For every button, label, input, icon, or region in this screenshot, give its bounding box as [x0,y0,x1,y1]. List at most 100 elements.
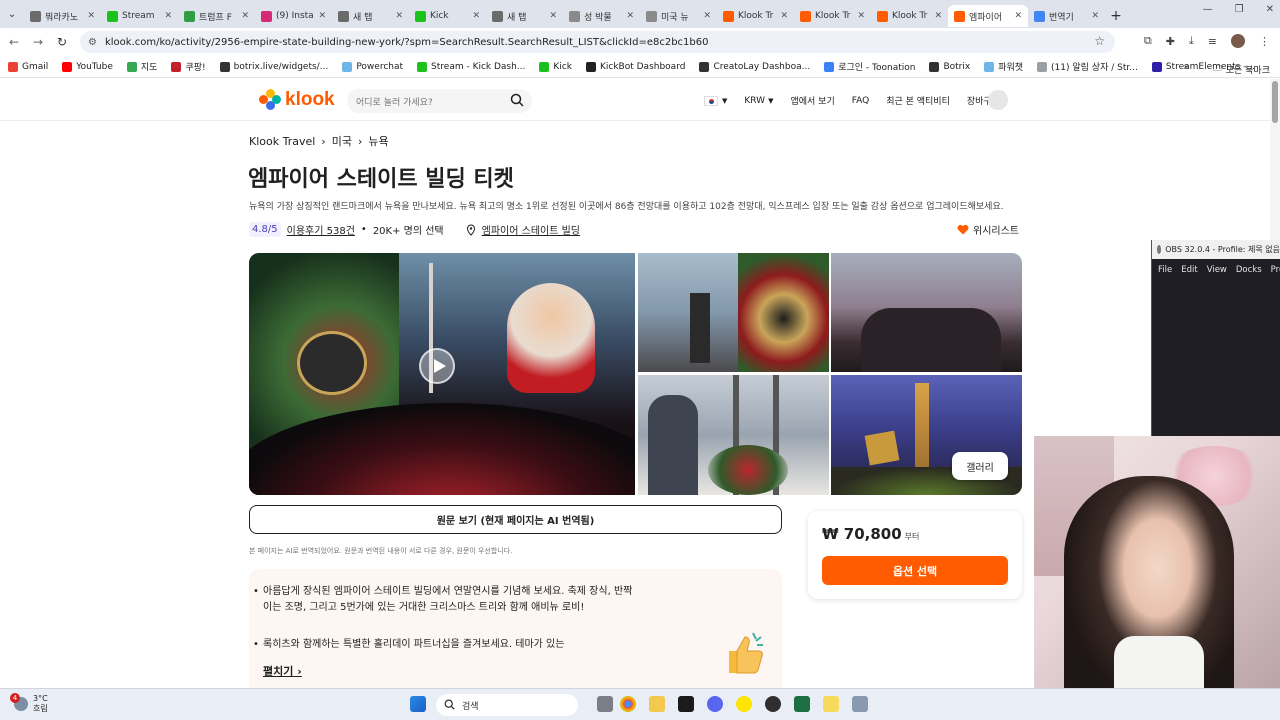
obs-menu-item[interactable]: File [1158,265,1172,275]
bookmark-item[interactable]: Kick [539,60,572,73]
photo-observatory[interactable] [638,375,829,495]
forward-button[interactable]: → [26,35,50,49]
close-tab-icon[interactable]: ✕ [164,11,172,21]
more-bookmarks-icon[interactable]: » [1183,60,1190,73]
breadcrumb-item[interactable]: 미국 [332,133,352,149]
maximize-button[interactable]: ❐ [1235,4,1244,15]
obs-menu-item[interactable]: Docks [1236,265,1262,275]
close-tab-icon[interactable]: ✕ [626,11,634,21]
back-button[interactable]: ← [2,35,26,49]
all-bookmarks[interactable]: 🗀 모든 북마크 [1213,61,1270,77]
bookmark-item[interactable]: 로그인 - Toonation [824,60,915,73]
language-select[interactable]: ▼ [704,95,727,106]
browser-tab[interactable]: (9) Insta ✕ [255,5,332,27]
close-tab-icon[interactable]: ✕ [703,11,711,21]
profile-avatar[interactable] [1231,34,1245,48]
browser-tab[interactable]: Klook Tr ✕ [717,5,794,27]
close-tab-icon[interactable]: ✕ [857,11,865,21]
app-link[interactable]: 앱에서 보기 [790,94,834,107]
photo-binoculars[interactable] [638,253,829,372]
bookmark-item[interactable]: YouTube [62,60,113,73]
breadcrumb-item[interactable]: 뉴욕 [368,133,388,149]
browser-tab[interactable]: Kick ✕ [409,5,486,27]
bookmark-item[interactable]: Stream - Kick Dash... [417,60,525,73]
discord-icon[interactable] [707,696,723,712]
bookmark-star-icon[interactable]: ☆ [1094,34,1105,48]
select-options-button[interactable]: 옵션 선택 [822,556,1008,585]
wishlist-button[interactable]: 위시리스트 [957,222,1019,237]
weather-widget[interactable]: 4 3°C 흐림 [10,693,48,714]
obs-icon[interactable] [765,696,781,712]
browser-tab[interactable]: Klook Tr ✕ [871,5,948,27]
excel-icon[interactable] [794,696,810,712]
bookmark-item[interactable]: (11) 알림 상자 / Str... [1037,60,1138,73]
close-tab-icon[interactable]: ✕ [780,11,788,21]
close-tab-icon[interactable]: ✕ [241,11,249,21]
bookmark-item[interactable]: KickBot Dashboard [585,60,685,73]
kakaotalk-icon[interactable] [736,696,752,712]
media-icon[interactable]: ≡ [1208,35,1217,48]
browser-tab[interactable]: 새 탭 ✕ [486,5,563,27]
scrollbar-thumb[interactable] [1272,81,1278,123]
bookmark-item[interactable]: Powerchat [342,60,403,73]
obs-menu-item[interactable]: Edit [1181,265,1197,275]
translate-icon[interactable]: ⧉ [1144,34,1152,48]
currency-select[interactable]: KRW ▼ [744,96,773,106]
calculator-icon[interactable] [852,696,868,712]
view-original-button[interactable]: 원문 보기 (현재 페이지는 AI 번역됨) [249,505,782,534]
browser-tab[interactable]: 뭐라카노 ✕ [24,5,101,27]
browser-tab[interactable]: Stream ✕ [101,5,178,27]
close-tab-icon[interactable]: ✕ [318,11,326,21]
bookmark-item[interactable]: Botrix [929,60,970,73]
gallery-button[interactable]: 갤러리 [952,452,1008,480]
windows-start-icon[interactable] [410,696,426,712]
new-tab-button[interactable]: + [1105,8,1127,24]
minimize-button[interactable]: — [1203,4,1213,15]
close-tab-icon[interactable]: ✕ [1091,11,1099,21]
close-tab-icon[interactable]: ✕ [472,11,480,21]
site-info-icon[interactable]: ⚙ [88,37,97,48]
site-search-input[interactable]: 어디로 놀러 가세요? [347,89,532,113]
photo-gallery[interactable] [249,253,1022,495]
close-tab-icon[interactable]: ✕ [395,11,403,21]
bookmark-item[interactable]: 파워챗 [984,60,1023,73]
close-tab-icon[interactable]: ✕ [549,11,557,21]
expand-link[interactable]: 펼치기 › [263,663,302,679]
task-view-icon[interactable] [597,696,613,712]
browser-tab[interactable]: Klook Tr ✕ [794,5,871,27]
extensions-icon[interactable]: ✚ [1166,35,1175,48]
play-video-icon[interactable] [419,348,455,384]
bookmark-item[interactable]: 쿠팡! [171,60,206,73]
file-explorer-icon[interactable] [649,696,665,712]
browser-tab[interactable]: 엠파이어 ✕ [948,5,1028,27]
tab-search-button[interactable]: ⌄ [0,0,24,28]
close-window-button[interactable]: ✕ [1266,4,1274,15]
browser-tab[interactable]: 성 박물 ✕ [563,5,640,27]
search-icon[interactable] [510,93,524,107]
sticky-notes-icon[interactable] [823,696,839,712]
obs-menu-item[interactable]: View [1207,265,1227,275]
photo-visitors[interactable] [831,253,1022,372]
obs-menu-item[interactable]: Pro [1271,265,1280,275]
close-tab-icon[interactable]: ✕ [1014,11,1022,21]
obs-titlebar[interactable]: OBS 32.0.4 - Profile: 제목 없음 [1152,240,1280,259]
taskbar-search[interactable]: 검색 [436,694,578,716]
bookmark-item[interactable]: botrix.live/widgets/... [219,60,328,73]
location-link[interactable]: 엠파이어 스테이트 빌딩 [482,222,580,237]
address-bar[interactable]: ⚙ klook.com/ko/activity/2956-empire-stat… [80,31,1115,53]
browser-tab[interactable]: 미국 뉴 ✕ [640,5,717,27]
breadcrumb-item[interactable]: Klook Travel [249,135,315,148]
close-tab-icon[interactable]: ✕ [934,11,942,21]
browser-tab[interactable]: 새 탭 ✕ [332,5,409,27]
download-icon[interactable]: ⤓ [1189,34,1194,48]
chrome-icon[interactable] [620,696,636,712]
user-avatar[interactable] [988,90,1008,110]
klook-logo[interactable]: klook [259,89,335,111]
browser-tab[interactable]: 트럼프 F ✕ [178,5,255,27]
reviews-link[interactable]: 이용후기 538건 [287,222,355,237]
recent-link[interactable]: 최근 본 액티비티 [886,94,950,107]
menu-kebab-icon[interactable]: ⋮ [1259,35,1270,48]
obs-window[interactable]: OBS 32.0.4 - Profile: 제목 없음 File Edit View… [1151,240,1280,436]
bookmark-item[interactable]: CreatoLay Dashboa... [699,60,810,73]
bookmark-item[interactable]: 지도 [126,60,157,73]
